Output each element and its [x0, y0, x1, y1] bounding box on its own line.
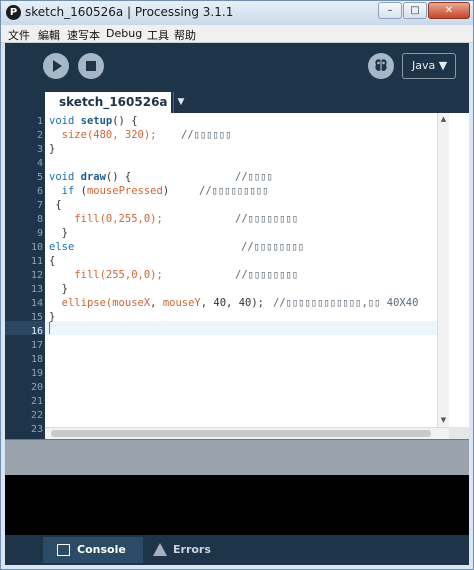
console-tab-bar: Console Errors	[5, 535, 469, 565]
line-number: 18	[30, 354, 43, 365]
line-number: 11	[30, 256, 43, 267]
code-line: }	[49, 283, 68, 295]
line-number: 23	[30, 424, 43, 435]
console-output[interactable]	[5, 475, 469, 535]
line-number-gutter: 1 2 3 4 5 6 7 8 9 10 11 12 13 14 15 16 17 18 19 20 21 22 23	[5, 113, 45, 439]
console-tab-label: Console	[77, 543, 126, 556]
line-number: 6	[36, 186, 43, 197]
minimize-button[interactable]: –	[378, 2, 402, 19]
status-bar	[5, 439, 469, 475]
mode-selector[interactable]: Java ▼	[402, 53, 456, 79]
code-line: fill(255,0,0);	[74, 269, 163, 281]
line-number: 14	[30, 298, 43, 309]
processing-logo-icon: P	[6, 5, 21, 20]
tab-sketch[interactable]: sketch_160526a	[45, 92, 171, 113]
scroll-up-arrow-icon[interactable]: ▲	[438, 114, 449, 125]
line-number: 10	[30, 242, 43, 253]
menu-bar: 文件 編輯 速写本 Debug 工具 帮助	[1, 25, 473, 43]
butterfly-debug-icon	[375, 59, 387, 71]
processing-window: P sketch_160526a | Processing 3.1.1 – □ …	[0, 0, 474, 570]
stop-icon	[86, 61, 96, 71]
scroll-corner	[449, 427, 469, 439]
code-line: }	[49, 227, 68, 239]
line-number: 21	[30, 396, 43, 407]
play-icon	[53, 60, 62, 72]
line-number: 12	[30, 270, 43, 281]
tab-errors[interactable]: Errors	[147, 537, 237, 563]
scroll-down-arrow-icon[interactable]: ▼	[438, 415, 449, 426]
debug-button[interactable]	[368, 53, 394, 79]
code-line: void draw() {	[49, 171, 132, 183]
code-line: size(480, 320);	[61, 129, 157, 141]
tab-menu-arrow-icon[interactable]: ▼	[173, 92, 188, 113]
line-number: 16	[30, 326, 43, 337]
errors-tab-label: Errors	[173, 543, 211, 556]
window-title: sketch_160526a | Processing 3.1.1	[25, 5, 234, 19]
line-number: 19	[30, 368, 43, 379]
horizontal-scrollbar[interactable]	[45, 427, 449, 439]
tab-console[interactable]: Console	[43, 537, 143, 563]
toolbar: Java ▼	[5, 43, 469, 91]
line-number: 1	[36, 116, 43, 127]
line-number: 17	[30, 340, 43, 351]
code-line: fill(0,255,0);	[74, 213, 163, 225]
line-number: 5	[36, 172, 43, 183]
line-number: 20	[30, 382, 43, 393]
code-comment: //▯▯▯▯▯▯▯▯	[235, 269, 299, 281]
line-number: 7	[36, 200, 43, 211]
line-number: 3	[36, 144, 43, 155]
code-line: ellipse(mouseX, mouseY, 40, 40);	[61, 297, 264, 309]
menu-sketch[interactable]: 速写本	[67, 27, 100, 43]
line-number: 13	[30, 284, 43, 295]
menu-file[interactable]: 文件	[8, 27, 30, 43]
menu-tools[interactable]: 工具	[147, 27, 169, 43]
code-comment: //▯▯▯▯▯▯▯▯	[241, 241, 305, 253]
sketch-tab-row: sketch_160526a ▼	[5, 91, 469, 113]
code-comment: //▯▯▯▯▯▯▯▯	[235, 213, 299, 225]
stop-button[interactable]	[78, 53, 104, 79]
code-line: {	[49, 199, 62, 211]
title-bar: P sketch_160526a | Processing 3.1.1 – □ …	[1, 1, 473, 25]
line-number: 9	[36, 228, 43, 239]
code-line: void setup() {	[49, 115, 138, 127]
menu-edit[interactable]: 編輯	[38, 27, 60, 43]
code-line: }	[49, 311, 56, 323]
menu-debug[interactable]: Debug	[106, 27, 142, 40]
close-button[interactable]: ✕	[428, 2, 470, 19]
maximize-button[interactable]: □	[403, 2, 427, 19]
warning-icon	[153, 543, 167, 556]
menu-help[interactable]: 帮助	[174, 27, 196, 43]
code-comment: //▯▯▯▯	[235, 171, 273, 183]
code-line: }	[49, 143, 56, 155]
run-button[interactable]	[43, 53, 69, 79]
line-number: 8	[36, 214, 43, 225]
code-comment: //▯▯▯▯▯▯▯▯▯	[199, 185, 269, 197]
code-editor[interactable]: 1 2 3 4 5 6 7 8 9 10 11 12 13 14 15 16 17 18 19 20 21 22 23 vo…	[5, 113, 469, 439]
code-line: else	[49, 241, 75, 253]
line-number: 4	[36, 158, 43, 169]
line-number: 15	[30, 312, 43, 323]
code-line: {	[49, 255, 56, 267]
line-number: 2	[36, 130, 43, 141]
vertical-scrollbar[interactable]: ▲ ▼	[437, 113, 449, 427]
console-icon	[57, 544, 70, 556]
horizontal-scroll-thumb[interactable]	[51, 430, 431, 437]
code-comment: //▯▯▯▯▯▯	[181, 129, 232, 141]
code-comment: //▯▯▯▯▯▯▯▯▯▯▯▯,▯▯ 40X40	[273, 297, 419, 309]
code-line: if (mousePressed)	[61, 185, 170, 197]
line-number: 22	[30, 410, 43, 421]
current-line-highlight	[45, 321, 437, 335]
